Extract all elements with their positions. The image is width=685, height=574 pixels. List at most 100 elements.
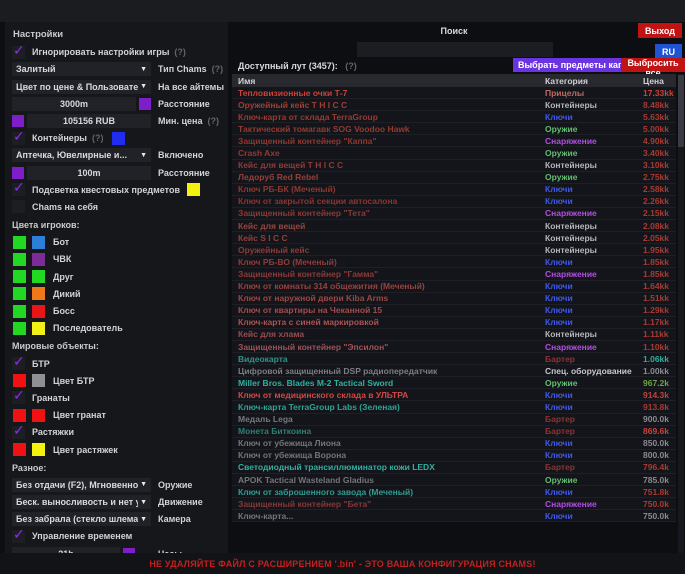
table-row[interactable]: Цифровой защищенный DSP радиопередатчикС… (232, 365, 676, 377)
btr-enable-swatch[interactable] (13, 374, 26, 387)
player-color-swatch[interactable] (32, 287, 45, 300)
time-control-checkbox[interactable] (12, 530, 25, 543)
table-row[interactable]: Ключ РБ-ВО (Меченый)Ключи1.85kk (232, 256, 676, 268)
item-name: Защищенный контейнер "Эпсилон" (232, 342, 545, 352)
item-name: Ледоруб Red Rebel (232, 172, 545, 182)
table-row[interactable]: Ключ от квартиры на Чеканной 15Ключи1.29… (232, 305, 676, 317)
table-row[interactable]: Медаль LegaБартер900.0k (232, 414, 676, 426)
table-row[interactable]: Ледоруб Red RebelОружие2.75kk (232, 172, 676, 184)
item-category: Бартер (545, 414, 643, 424)
weapon-select[interactable]: Без отдачи (F2), Мгновенное п ▼ (12, 478, 151, 492)
table-row[interactable]: APOK Tactical Wasteland GladiusОружие785… (232, 474, 676, 486)
min-price-input[interactable] (27, 114, 151, 128)
loot-panel: Поиск Выход RU Доступный лут (3457): (?)… (232, 22, 685, 553)
item-name: Кейс S I C C (232, 233, 545, 243)
table-row[interactable]: Ключ-карта...Ключи750.0k (232, 510, 676, 522)
btr-checkbox[interactable] (12, 357, 25, 370)
table-row[interactable]: Кейс для хламаКонтейнеры1.11kk (232, 329, 676, 341)
scrollbar-thumb[interactable] (678, 75, 684, 147)
distance-color-swatch[interactable] (139, 98, 151, 110)
table-row[interactable]: Кейс для вещей T H I C CКонтейнеры3.10kk (232, 160, 676, 172)
item-price: 5.63kk (643, 112, 676, 122)
chams-type-select[interactable]: Залитый ▼ (12, 62, 151, 76)
player-enable-swatch[interactable] (13, 236, 26, 249)
table-row[interactable]: Оружейный кейс T H I C CКонтейнеры8.48kk (232, 99, 676, 111)
table-row[interactable]: Ключ-карта от склада TerraGroupКлючи5.63… (232, 111, 676, 123)
table-row[interactable]: Тактический томагавк SOG Voodoo HawkОруж… (232, 123, 676, 135)
table-row[interactable]: Кейс для вещейКонтейнеры2.08kk (232, 220, 676, 232)
container-filter-select[interactable]: Аптечка, Ювелирные и... ▼ (12, 148, 151, 162)
table-row[interactable]: Ключ-карта с синей маркировкойКлючи1.17k… (232, 317, 676, 329)
player-enable-swatch[interactable] (13, 305, 26, 318)
camera-select[interactable]: Без забрала (стекло шлема) ▼ (12, 512, 151, 526)
table-row[interactable]: Ключ от убежища ВоронаКлючи800.0k (232, 450, 676, 462)
table-row[interactable]: Защищенный контейнер "Гамма"Снаряжение1.… (232, 268, 676, 280)
table-row[interactable]: Защищенный контейнер "Бета"Снаряжение750… (232, 498, 676, 510)
player-enable-swatch[interactable] (13, 253, 26, 266)
table-row[interactable]: Тепловизионные очки Т-7Прицелы17.33kk (232, 87, 676, 99)
distance-input[interactable] (12, 97, 136, 111)
quest-highlight-checkbox[interactable] (12, 183, 25, 196)
grenades-checkbox[interactable] (12, 391, 25, 404)
table-row[interactable]: Кейс S I C CКонтейнеры2.05kk (232, 232, 676, 244)
table-scrollbar[interactable] (678, 74, 684, 553)
player-color-swatch[interactable] (32, 322, 45, 335)
player-color-swatch[interactable] (32, 236, 45, 249)
tripwires-checkbox[interactable] (12, 426, 25, 439)
discard-all-button[interactable]: Выбросить все (621, 58, 685, 72)
tripwire-color-swatch[interactable] (32, 443, 45, 456)
item-category: Снаряжение (545, 342, 643, 352)
search-input[interactable] (357, 42, 553, 57)
item-price: 750.0k (643, 511, 676, 521)
table-row[interactable]: Ключ от наружной двери Kiba ArmsКлючи1.5… (232, 293, 676, 305)
table-row[interactable]: Ключ от закрытой секции автосалонаКлючи2… (232, 196, 676, 208)
table-row[interactable]: Светодиодный трансиллюминатор кожи LEDXБ… (232, 462, 676, 474)
player-enable-swatch[interactable] (13, 287, 26, 300)
table-row[interactable]: Ключ от медицинского склада в УЛЬТРАКлюч… (232, 389, 676, 401)
containers-checkbox[interactable] (12, 132, 25, 145)
table-row[interactable]: Защищенный контейнер "Эпсилон"Снаряжение… (232, 341, 676, 353)
table-row[interactable]: ВидеокартаБартер1.06kk (232, 353, 676, 365)
table-row[interactable]: Ключ-карта TerraGroup Labs (Зеленая)Ключ… (232, 401, 676, 413)
player-color-swatch[interactable] (32, 305, 45, 318)
item-price: 2.58kk (643, 184, 676, 194)
movement-select[interactable]: Беск. выносливость и нет уста ▼ (12, 495, 151, 509)
item-name: Ключ РБ-БК (Меченый) (232, 184, 545, 194)
weapon-label: Оружие (158, 480, 192, 490)
table-row[interactable]: Оружейный кейсКонтейнеры1.95kk (232, 244, 676, 256)
ignore-game-checkbox[interactable] (12, 46, 25, 59)
table-row[interactable]: Ключ от заброшенного завода (Меченый)Клю… (232, 486, 676, 498)
table-row[interactable]: Монета БиткоинаБартер869.6k (232, 426, 676, 438)
exit-button[interactable]: Выход (638, 23, 682, 38)
chams-self-checkbox[interactable] (12, 200, 25, 213)
player-enable-swatch[interactable] (13, 270, 26, 283)
table-row[interactable]: Ключ от комнаты 314 общежития (Меченый)К… (232, 281, 676, 293)
select-kappa-items-button[interactable]: Выбрать предметы каппа (513, 58, 639, 72)
container-distance-color-swatch[interactable] (12, 167, 24, 179)
tripwire-enable-swatch[interactable] (13, 443, 26, 456)
player-color-swatch[interactable] (32, 253, 45, 266)
table-row[interactable]: Crash AxeОружие3.40kk (232, 147, 676, 159)
btr-label: БТР (32, 359, 50, 369)
item-category: Оружие (545, 148, 643, 158)
movement-label: Движение (158, 497, 203, 507)
containers-color-swatch[interactable] (112, 132, 125, 145)
grenade-color-swatch[interactable] (32, 409, 45, 422)
item-name: Ключ РБ-ВО (Меченый) (232, 257, 545, 267)
table-row[interactable]: Защищенный контейнер "Тета"Снаряжение2.1… (232, 208, 676, 220)
table-row[interactable]: Ключ РБ-БК (Меченый)Ключи2.58kk (232, 184, 676, 196)
grenade-enable-swatch[interactable] (13, 409, 26, 422)
btr-color-swatch[interactable] (32, 374, 45, 387)
container-distance-input[interactable] (27, 166, 151, 180)
player-enable-swatch[interactable] (13, 322, 26, 335)
item-name: Кейс для вещей T H I C C (232, 160, 545, 170)
color-mode-select[interactable]: Цвет по цене & Пользователь ▼ (12, 80, 151, 94)
min-price-color-swatch[interactable] (12, 115, 24, 127)
language-button[interactable]: RU (655, 44, 682, 59)
table-row[interactable]: Miller Bros. Blades M-2 Tactical SwordОр… (232, 377, 676, 389)
player-color-swatch[interactable] (32, 270, 45, 283)
quest-highlight-color-swatch[interactable] (187, 183, 200, 196)
table-row[interactable]: Защищенный контейнер "Каппа"Снаряжение4.… (232, 135, 676, 147)
min-price-row: Мин. цена (?) (5, 114, 224, 128)
table-row[interactable]: Ключ от убежища ЛионаКлючи850.0k (232, 438, 676, 450)
